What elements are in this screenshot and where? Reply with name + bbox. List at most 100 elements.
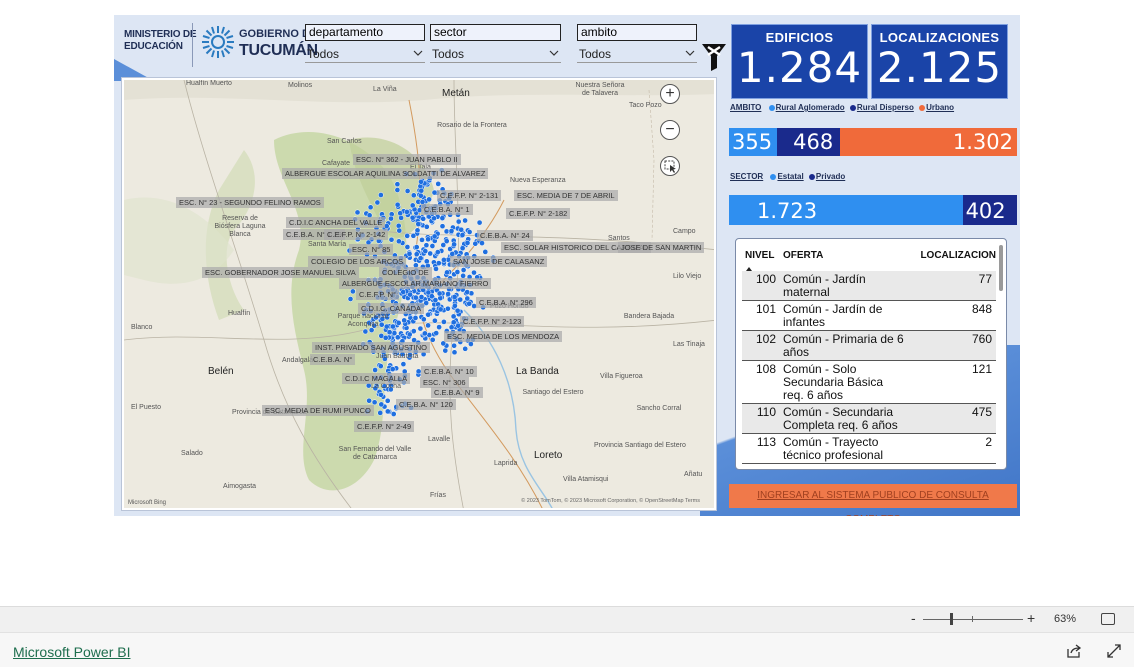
school-point[interactable] xyxy=(454,307,461,314)
school-point[interactable] xyxy=(382,334,389,341)
school-point[interactable] xyxy=(435,260,442,266)
school-point[interactable] xyxy=(404,188,411,194)
slicer-dropdown[interactable]: Todos xyxy=(430,45,561,63)
school-point[interactable] xyxy=(459,232,466,238)
school-point[interactable] xyxy=(462,345,469,352)
school-point[interactable] xyxy=(466,229,473,235)
school-point[interactable] xyxy=(425,311,432,318)
school-point[interactable] xyxy=(396,227,403,234)
school-label[interactable]: SAN JOSE DE CALASANZ xyxy=(450,256,548,267)
sector-stacked-bar[interactable]: 1.723 402 xyxy=(729,195,1017,225)
school-point[interactable] xyxy=(451,241,457,248)
school-point[interactable] xyxy=(423,300,430,306)
school-point[interactable] xyxy=(419,237,425,243)
school-point[interactable] xyxy=(459,245,466,252)
school-point[interactable] xyxy=(460,267,467,273)
school-point[interactable] xyxy=(394,181,401,188)
school-label[interactable]: COLEGIO DE xyxy=(379,267,432,278)
zoom-in-button[interactable]: + xyxy=(660,84,680,104)
school-label[interactable]: ESC. N° 23 - SEGUNDO FELINO RAMOS xyxy=(176,197,324,208)
school-label[interactable]: C.E.F.P. N° 2-182 xyxy=(506,208,571,219)
school-point[interactable] xyxy=(472,240,479,247)
school-label[interactable]: C.E.B.A. N° 296 xyxy=(476,297,536,308)
school-label[interactable]: COLEGIO DE LOS ARCOS xyxy=(308,256,407,267)
school-point[interactable] xyxy=(464,295,471,302)
col-localizacion[interactable]: LOCALIZACION xyxy=(920,250,996,261)
school-point[interactable] xyxy=(384,408,391,415)
zoom-slider-thumb[interactable] xyxy=(950,613,953,625)
fit-to-page-icon[interactable] xyxy=(1101,613,1115,625)
school-point[interactable] xyxy=(377,363,384,369)
school-point[interactable] xyxy=(439,215,446,221)
school-point[interactable] xyxy=(400,361,407,367)
school-point[interactable] xyxy=(377,410,384,416)
school-label[interactable]: C.E.B.A. N° 10 xyxy=(421,366,477,377)
school-point[interactable] xyxy=(398,215,404,221)
school-point[interactable] xyxy=(410,328,417,334)
school-point[interactable] xyxy=(378,401,385,408)
school-label[interactable]: ESC. MEDIA DE RUMI PUNCO xyxy=(262,405,374,416)
school-label[interactable]: C.E.F.P. N° 2-123 xyxy=(460,316,525,327)
school-point[interactable] xyxy=(394,187,401,193)
school-point[interactable] xyxy=(394,201,401,208)
map-visual[interactable]: Hualfín Muerto Molinos La Viña Metán Nuestra… xyxy=(121,77,717,511)
school-label[interactable]: C.E.B.A. N° xyxy=(310,354,356,365)
zoom-out-button[interactable]: − xyxy=(660,120,680,140)
school-point[interactable] xyxy=(464,289,471,295)
school-label[interactable]: C.E.B.A. N° 9 xyxy=(431,387,483,398)
school-point[interactable] xyxy=(395,222,402,229)
slicer-departamento[interactable]: departamento Todos xyxy=(305,24,425,63)
school-point[interactable] xyxy=(413,244,420,250)
school-point[interactable] xyxy=(479,240,485,246)
slicer-dropdown[interactable]: Todos xyxy=(305,45,425,63)
school-point[interactable] xyxy=(457,296,464,303)
school-point[interactable] xyxy=(404,244,411,250)
school-point[interactable] xyxy=(425,322,431,329)
school-point[interactable] xyxy=(433,330,440,336)
school-label[interactable]: C.E.F.P. N° xyxy=(356,289,400,300)
school-point[interactable] xyxy=(439,223,446,230)
school-point[interactable] xyxy=(388,236,395,243)
school-point[interactable] xyxy=(462,217,468,224)
school-point[interactable] xyxy=(378,391,384,398)
school-label[interactable]: ESC. MEDIA DE 7 DE ABRIL xyxy=(514,190,618,201)
bar-segment-urbano[interactable]: 1.302 xyxy=(840,128,1017,156)
school-point[interactable] xyxy=(451,342,457,349)
school-point[interactable] xyxy=(464,240,471,246)
school-point[interactable] xyxy=(426,196,432,203)
slicer-ambito[interactable]: ambito Todos xyxy=(577,24,697,63)
school-label[interactable]: ESC. N° 362 - JUAN PABLO II xyxy=(353,154,461,165)
school-label[interactable]: C.E.F.P. N° 2-49 xyxy=(354,421,415,432)
school-point[interactable] xyxy=(429,336,436,343)
school-label[interactable]: C.E.F.P. N° 2-131 xyxy=(437,190,502,201)
school-point[interactable] xyxy=(454,269,461,275)
col-nivel[interactable]: NIVEL xyxy=(745,250,774,261)
zoom-slider-track[interactable] xyxy=(923,619,1023,620)
school-point[interactable] xyxy=(451,294,458,300)
school-point[interactable] xyxy=(432,317,438,324)
school-point[interactable] xyxy=(410,232,417,239)
school-point[interactable] xyxy=(476,219,483,226)
school-point[interactable] xyxy=(423,258,430,265)
zoom-out-control[interactable]: - xyxy=(911,610,916,626)
table-row[interactable]: 101 Común - Jardín de infantes 848 xyxy=(742,301,996,331)
school-point[interactable] xyxy=(458,226,465,233)
school-point[interactable] xyxy=(437,306,444,313)
bar-segment-estatal[interactable]: 1.723 xyxy=(729,195,963,225)
school-point[interactable] xyxy=(455,218,462,225)
school-point[interactable] xyxy=(350,288,356,295)
consulta-completa-link[interactable]: INGRESAR AL SISTEMA PUBLICO DE CONSULTA … xyxy=(729,484,1017,516)
school-point[interactable] xyxy=(412,294,419,301)
school-point[interactable] xyxy=(389,366,396,372)
school-label[interactable]: C.E.B.A. N° 24 xyxy=(477,230,533,241)
ambito-stacked-bar[interactable]: 355 468 1.302 xyxy=(729,128,1017,156)
table-row[interactable]: 108 Común - Solo Secundaria Básica req. 6… xyxy=(742,361,996,404)
school-point[interactable] xyxy=(441,257,447,263)
school-point[interactable] xyxy=(404,209,410,215)
school-point[interactable] xyxy=(420,215,427,222)
school-label[interactable]: ESC. MEDIA DE LOS MENDOZA xyxy=(444,331,563,342)
school-point[interactable] xyxy=(388,215,394,222)
school-point[interactable] xyxy=(425,236,431,243)
school-point[interactable] xyxy=(396,238,402,245)
legend-item[interactable]: Urbano xyxy=(926,103,954,112)
